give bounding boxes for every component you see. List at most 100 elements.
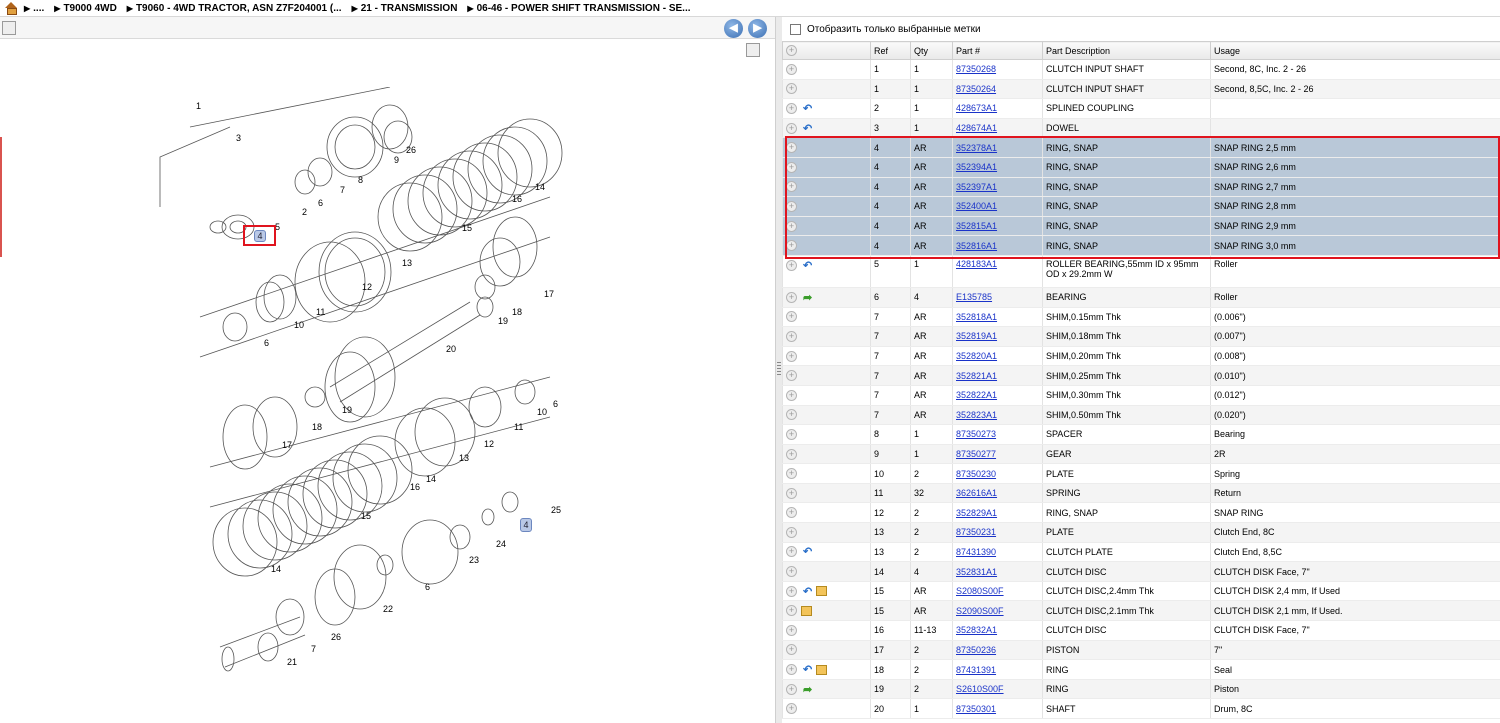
add-to-cart-icon[interactable]: +	[786, 566, 797, 578]
add-to-cart-icon[interactable]: +	[786, 409, 797, 421]
table-row[interactable]: +11 32 362616A1 SPRING Return	[782, 483, 1500, 504]
add-to-cart-icon[interactable]: +	[786, 161, 797, 173]
add-to-cart-icon[interactable]: +	[786, 240, 797, 252]
table-row[interactable]: + ↶ 18 2 87431391 RING Seal	[782, 659, 1500, 680]
table-row[interactable]: +7 AR 352820A1 SHIM,0.20mm Thk (0.008")	[782, 346, 1500, 367]
add-to-cart-icon[interactable]: +	[786, 644, 797, 656]
part-number-link[interactable]: S2080S00F	[956, 586, 1004, 596]
part-number-link[interactable]: 87350236	[956, 645, 996, 655]
part-number-link[interactable]: 352829A1	[956, 508, 997, 518]
table-row[interactable]: + ↶ 5 1 428183A1 ROLLER BEARING,55mm ID x 95m…	[782, 255, 1500, 288]
add-to-cart-icon[interactable]: +	[786, 428, 797, 440]
add-to-cart-icon[interactable]: +	[786, 389, 797, 401]
part-number-link[interactable]: 87350273	[956, 429, 996, 439]
table-row[interactable]: +14 4 352831A1 CLUTCH DISC CLUTCH DISK Face,…	[782, 561, 1500, 582]
table-row[interactable]: +12 2 352829A1 RING, SNAP SNAP RING	[782, 502, 1500, 524]
table-row[interactable]: +7 AR 352822A1 SHIM,0.30mm Thk (0.012")	[782, 385, 1500, 406]
part-number-link[interactable]: 352378A1	[956, 143, 997, 153]
table-row[interactable]: +7 AR 352823A1 SHIM,0.50mm Thk (0.020")	[782, 405, 1500, 426]
part-number-link[interactable]: 352832A1	[956, 625, 997, 635]
breadcrumb-item[interactable]: ▶ T9060 - 4WD TRACTOR, ASN Z7F204001 (...	[127, 3, 342, 14]
part-number-link[interactable]: 352397A1	[956, 182, 997, 192]
kit-package-icon[interactable]	[801, 605, 812, 616]
add-to-cart-icon[interactable]: +	[786, 507, 797, 519]
table-row[interactable]: + ➦ 19 2 S2610S00F RING Piston	[782, 679, 1500, 700]
table-row[interactable]: +17 2 87350236 PISTON 7"	[782, 640, 1500, 661]
add-to-cart-icon[interactable]: +	[786, 585, 797, 597]
table-row[interactable]: +7 AR 352821A1 SHIM,0.25mm Thk (0.010")	[782, 365, 1500, 386]
part-number-link[interactable]: 87350230	[956, 469, 996, 479]
add-to-cart-icon[interactable]: +	[786, 605, 797, 617]
part-number-link[interactable]: 87350301	[956, 704, 996, 714]
header-description[interactable]: Part Description	[1042, 41, 1211, 60]
header-actions[interactable]: +	[782, 41, 871, 60]
table-row[interactable]: +7 AR 352818A1 SHIM,0.15mm Thk (0.006")	[782, 307, 1500, 328]
table-row[interactable]: +4 AR 352815A1 RING, SNAP SNAP RING 2,9 mm	[782, 216, 1500, 237]
table-row[interactable]: + ↶ 3 1 428674A1 DOWEL	[782, 118, 1500, 139]
table-row[interactable]: +20 1 87350301 SHAFT Drum, 8C	[782, 698, 1500, 719]
table-row[interactable]: +9 1 87350277 GEAR 2R	[782, 444, 1500, 465]
table-row[interactable]: + ↶ 2 1 428673A1 SPLINED COUPLING	[782, 98, 1500, 119]
table-row[interactable]: +10 2 87350230 PLATE Spring	[782, 463, 1500, 484]
add-to-cart-icon[interactable]: +	[786, 220, 797, 232]
add-to-cart-icon[interactable]: +	[786, 311, 797, 323]
replaced-part-icon[interactable]: ↶	[803, 122, 812, 135]
breadcrumb-item[interactable]: ▶....	[24, 3, 44, 14]
part-number-link[interactable]: 352394A1	[956, 162, 997, 172]
add-to-cart-icon[interactable]: +	[786, 102, 797, 114]
part-number-link[interactable]: 428183A1	[956, 259, 997, 269]
previous-page-icon[interactable]: ◀	[724, 19, 743, 38]
table-row[interactable]: +16 11-13 352832A1 CLUTCH DISC CLUTCH DISK F…	[782, 620, 1500, 641]
part-number-link[interactable]: 352822A1	[956, 390, 997, 400]
add-to-cart-icon[interactable]: +	[786, 122, 797, 134]
replaced-part-icon[interactable]: ↶	[803, 663, 812, 676]
table-row[interactable]: +4 AR 352397A1 RING, SNAP SNAP RING 2,7 mm	[782, 177, 1500, 198]
part-number-link[interactable]: 87431390	[956, 547, 996, 557]
callout-highlight[interactable]: 4	[254, 230, 266, 242]
part-number-link[interactable]: 352400A1	[956, 201, 997, 211]
table-row[interactable]: +4 AR 352816A1 RING, SNAP SNAP RING 3,0 mm	[782, 235, 1500, 256]
table-row[interactable]: + ↶ 15 AR S2080S00F CLUTCH DISC,2.4mm Thk CLUT…	[782, 581, 1500, 602]
part-number-link[interactable]: 352821A1	[956, 371, 997, 381]
part-number-link[interactable]: 428673A1	[956, 103, 997, 113]
home-icon[interactable]	[4, 2, 18, 15]
table-row[interactable]: + ↶ 13 2 87431390 CLUTCH PLATE Clutch End, 8,5…	[782, 542, 1500, 563]
add-to-cart-icon[interactable]: +	[786, 63, 797, 75]
substitute-part-icon[interactable]: ➦	[803, 291, 812, 304]
add-to-cart-icon[interactable]: +	[786, 83, 797, 95]
part-number-link[interactable]: E135785	[956, 292, 992, 302]
add-to-cart-icon[interactable]: +	[786, 201, 797, 213]
part-number-link[interactable]: 87431391	[956, 665, 996, 675]
table-row[interactable]: + ➦ 6 4 E135785 BEARING Roller	[782, 287, 1500, 308]
table-row[interactable]: +7 AR 352819A1 SHIM,0.18mm Thk (0.007")	[782, 326, 1500, 347]
substitute-part-icon[interactable]: ➦	[803, 683, 812, 696]
breadcrumb-item[interactable]: ▶ 06-46 - POWER SHIFT TRANSMISSION - SE..…	[467, 3, 690, 14]
part-number-link[interactable]: 352816A1	[956, 241, 997, 251]
add-to-cart-icon[interactable]: +	[786, 624, 797, 636]
part-number-link[interactable]: 87350264	[956, 84, 996, 94]
replaced-part-icon[interactable]: ↶	[803, 585, 812, 598]
header-ref[interactable]: Ref	[870, 41, 911, 60]
header-qty[interactable]: Qty	[910, 41, 953, 60]
replaced-part-icon[interactable]: ↶	[803, 102, 812, 115]
add-to-cart-icon[interactable]: +	[786, 330, 797, 342]
next-page-icon[interactable]: ▶	[748, 19, 767, 38]
add-to-cart-icon[interactable]: +	[786, 291, 797, 303]
expand-all-icon[interactable]: +	[786, 45, 797, 57]
breadcrumb-item[interactable]: ▶ 21 - TRANSMISSION	[352, 3, 458, 14]
show-selected-checkbox[interactable]	[790, 23, 801, 35]
part-number-link[interactable]: S2090S00F	[956, 606, 1004, 616]
table-row[interactable]: +13 2 87350231 PLATE Clutch End, 8C	[782, 522, 1500, 543]
add-to-cart-icon[interactable]: +	[786, 468, 797, 480]
toggle-view-button[interactable]	[746, 43, 760, 57]
add-to-cart-icon[interactable]: +	[786, 181, 797, 193]
table-row[interactable]: +4 AR 352400A1 RING, SNAP SNAP RING 2,8 mm	[782, 196, 1500, 217]
add-to-cart-icon[interactable]: +	[786, 703, 797, 715]
part-number-link[interactable]: S2610S00F	[956, 684, 1004, 694]
part-number-link[interactable]: 352818A1	[956, 312, 997, 322]
table-row[interactable]: +1 1 87350268 CLUTCH INPUT SHAFT Second, 8C,…	[782, 59, 1500, 80]
part-number-link[interactable]: 352820A1	[956, 351, 997, 361]
part-number-link[interactable]: 87350268	[956, 64, 996, 74]
table-row[interactable]: +4 AR 352378A1 RING, SNAP SNAP RING 2,5 mm	[782, 137, 1500, 158]
replaced-part-icon[interactable]: ↶	[803, 545, 812, 558]
